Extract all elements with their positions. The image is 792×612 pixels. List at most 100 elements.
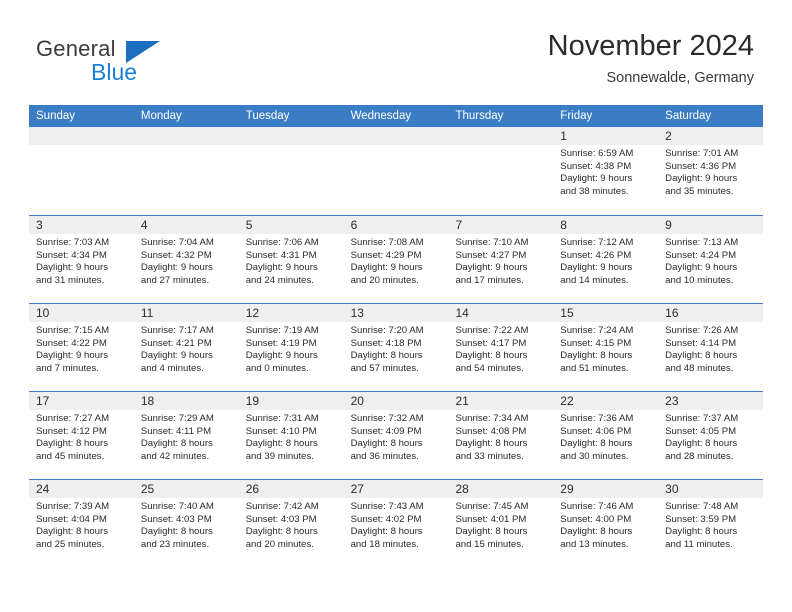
- day-cell-13[interactable]: 13 Sunrise: 7:20 AM Sunset: 4:18 PM Dayligh…: [343, 304, 449, 391]
- day-cell-21[interactable]: 21 Sunrise: 7:34 AM Sunset: 4:08 PM Dayligh…: [448, 392, 554, 479]
- sunset-line: Sunset: 4:09 PM: [350, 425, 422, 437]
- day-cell-empty: [238, 127, 344, 215]
- day-cell-4[interactable]: 4 Sunrise: 7:04 AM Sunset: 4:32 PM Daylight…: [133, 216, 239, 303]
- day-details: Sunrise: 7:24 AM Sunset: 4:15 PM Daylight:…: [553, 322, 658, 375]
- day-cell-28[interactable]: 28 Sunrise: 7:45 AM Sunset: 4:01 PM Dayligh…: [448, 480, 554, 567]
- day-number: 24: [36, 482, 50, 496]
- day-cell-19[interactable]: 19 Sunrise: 7:31 AM Sunset: 4:10 PM Dayligh…: [238, 392, 344, 479]
- day-cell-2[interactable]: 2 Sunrise: 7:01 AM Sunset: 4:36 PM Daylight…: [658, 127, 764, 215]
- day-number: 12: [245, 306, 260, 320]
- day-number-band: 22: [553, 392, 659, 410]
- day-details: Sunrise: 7:43 AM Sunset: 4:02 PM Daylight:…: [344, 498, 449, 551]
- daylight-line-2: and 25 minutes.: [36, 538, 105, 550]
- day-cell-6[interactable]: 6 Sunrise: 7:08 AM Sunset: 4:29 PM Daylight…: [343, 216, 449, 303]
- day-number: 3: [36, 218, 43, 232]
- day-details: Sunrise: 7:01 AM Sunset: 4:36 PM Daylight:…: [658, 145, 763, 198]
- sunset-line: Sunset: 4:29 PM: [350, 249, 422, 261]
- day-cell-24[interactable]: 24 Sunrise: 7:39 AM Sunset: 4:04 PM Dayligh…: [29, 480, 134, 567]
- daylight-line-2: and 0 minutes.: [245, 362, 309, 374]
- day-cell-14[interactable]: 14 Sunrise: 7:22 AM Sunset: 4:17 PM Dayligh…: [448, 304, 554, 391]
- day-details: Sunrise: 7:34 AM Sunset: 4:08 PM Daylight:…: [448, 410, 553, 463]
- daylight-line-2: and 11 minutes.: [665, 538, 733, 550]
- day-number: 22: [560, 394, 574, 408]
- day-cell-empty: [29, 127, 134, 215]
- day-cell-empty: [343, 127, 449, 215]
- daylight-line-2: and 20 minutes.: [350, 274, 419, 286]
- sunrise-line: Sunrise: 7:39 AM: [36, 501, 110, 512]
- day-cell-26[interactable]: 26 Sunrise: 7:42 AM Sunset: 4:03 PM Dayligh…: [238, 480, 344, 567]
- day-details: Sunrise: 7:08 AM Sunset: 4:29 PM Daylight:…: [344, 234, 449, 287]
- sunrise-line: Sunrise: 7:27 AM: [36, 413, 110, 424]
- day-cell-5[interactable]: 5 Sunrise: 7:06 AM Sunset: 4:31 PM Daylight…: [238, 216, 344, 303]
- day-cell-11[interactable]: 11 Sunrise: 7:17 AM Sunset: 4:21 PM Dayligh…: [133, 304, 239, 391]
- day-number: 7: [455, 218, 463, 232]
- day-cell-29[interactable]: 29 Sunrise: 7:46 AM Sunset: 4:00 PM Dayligh…: [553, 480, 659, 567]
- daylight-line-2: and 20 minutes.: [245, 538, 314, 550]
- daylight-line-1: Daylight: 8 hours: [455, 526, 528, 538]
- day-number-band: 27: [343, 480, 449, 498]
- day-details: [448, 145, 553, 148]
- day-cell-8[interactable]: 8 Sunrise: 7:12 AM Sunset: 4:26 PM Daylight…: [553, 216, 659, 303]
- sunrise-line: Sunrise: 7:19 AM: [245, 325, 319, 336]
- day-number: 21: [455, 394, 469, 408]
- day-details: Sunrise: 7:06 AM Sunset: 4:31 PM Daylight:…: [239, 234, 344, 287]
- day-details: Sunrise: 7:10 AM Sunset: 4:27 PM Daylight:…: [448, 234, 553, 287]
- sunrise-line: Sunrise: 7:45 AM: [455, 501, 529, 512]
- general-blue-logo[interactable]: General Blue: [36, 36, 236, 90]
- day-cell-18[interactable]: 18 Sunrise: 7:29 AM Sunset: 4:11 PM Dayligh…: [133, 392, 239, 479]
- day-cell-25[interactable]: 25 Sunrise: 7:40 AM Sunset: 4:03 PM Dayligh…: [133, 480, 239, 567]
- daylight-line-1: Daylight: 8 hours: [560, 438, 633, 450]
- day-cell-27[interactable]: 27 Sunrise: 7:43 AM Sunset: 4:02 PM Dayligh…: [343, 480, 449, 567]
- day-cell-16[interactable]: 16 Sunrise: 7:26 AM Sunset: 4:14 PM Dayligh…: [658, 304, 764, 391]
- day-details: Sunrise: 7:42 AM Sunset: 4:03 PM Daylight:…: [239, 498, 344, 551]
- daylight-line-1: Daylight: 8 hours: [665, 526, 738, 538]
- sunrise-line: Sunrise: 7:46 AM: [560, 501, 634, 512]
- daylight-line-1: Daylight: 8 hours: [455, 438, 528, 450]
- day-cell-7[interactable]: 7 Sunrise: 7:10 AM Sunset: 4:27 PM Daylight…: [448, 216, 554, 303]
- day-number: 20: [350, 394, 364, 408]
- daylight-line-2: and 17 minutes.: [455, 274, 524, 286]
- day-cell-9[interactable]: 9 Sunrise: 7:13 AM Sunset: 4:24 PM Daylight…: [658, 216, 764, 303]
- sunset-line: Sunset: 4:36 PM: [665, 160, 737, 172]
- day-details: Sunrise: 7:04 AM Sunset: 4:32 PM Daylight:…: [134, 234, 239, 287]
- sunrise-line: Sunrise: 7:37 AM: [665, 413, 739, 424]
- daylight-line-1: Daylight: 8 hours: [140, 526, 213, 538]
- sunset-line: Sunset: 4:12 PM: [36, 425, 107, 437]
- sunset-line: Sunset: 4:05 PM: [665, 425, 737, 437]
- day-cell-22[interactable]: 22 Sunrise: 7:36 AM Sunset: 4:06 PM Dayligh…: [553, 392, 659, 479]
- calendar-weeks: 1 Sunrise: 6:59 AM Sunset: 4:38 PM Daylight…: [29, 127, 764, 567]
- calendar-week-row: 3 Sunrise: 7:03 AM Sunset: 4:34 PM Daylight…: [29, 215, 764, 303]
- day-cell-20[interactable]: 20 Sunrise: 7:32 AM Sunset: 4:09 PM Dayligh…: [343, 392, 449, 479]
- day-number-band: 3: [29, 216, 134, 234]
- sunrise-line: Sunrise: 7:43 AM: [350, 501, 424, 512]
- day-details: Sunrise: 7:48 AM Sunset: 3:59 PM Daylight:…: [658, 498, 763, 551]
- day-number: 6: [350, 218, 358, 232]
- day-cell-10[interactable]: 10 Sunrise: 7:15 AM Sunset: 4:22 PM Dayligh…: [29, 304, 134, 391]
- day-number: 5: [245, 218, 253, 232]
- sunset-line: Sunset: 4:14 PM: [665, 337, 737, 349]
- day-number-band: 11: [133, 304, 239, 322]
- day-number-band: 29: [553, 480, 659, 498]
- day-details: Sunrise: 7:13 AM Sunset: 4:24 PM Daylight:…: [658, 234, 763, 287]
- day-cell-15[interactable]: 15 Sunrise: 7:24 AM Sunset: 4:15 PM Dayligh…: [553, 304, 659, 391]
- day-details: Sunrise: 7:29 AM Sunset: 4:11 PM Daylight:…: [134, 410, 239, 463]
- day-cell-17[interactable]: 17 Sunrise: 7:27 AM Sunset: 4:12 PM Dayligh…: [29, 392, 134, 479]
- daylight-line-2: and 7 minutes.: [36, 362, 99, 374]
- day-details: Sunrise: 7:20 AM Sunset: 4:18 PM Daylight:…: [344, 322, 449, 375]
- daylight-line-1: Daylight: 8 hours: [560, 526, 633, 538]
- day-details: [29, 145, 134, 148]
- day-number: 14: [455, 306, 469, 320]
- day-cell-1[interactable]: 1 Sunrise: 6:59 AM Sunset: 4:38 PM Daylight…: [553, 127, 659, 215]
- day-number: 18: [140, 394, 155, 408]
- day-cell-23[interactable]: 23 Sunrise: 7:37 AM Sunset: 4:05 PM Dayligh…: [658, 392, 764, 479]
- daylight-line-1: Daylight: 9 hours: [36, 350, 108, 362]
- day-number-band: 24: [29, 480, 134, 498]
- sunset-line: Sunset: 3:59 PM: [665, 513, 737, 525]
- day-details: Sunrise: 7:39 AM Sunset: 4:04 PM Daylight:…: [29, 498, 134, 551]
- day-cell-3[interactable]: 3 Sunrise: 7:03 AM Sunset: 4:34 PM Daylight…: [29, 216, 134, 303]
- sunrise-line: Sunrise: 7:31 AM: [245, 413, 319, 424]
- day-cell-12[interactable]: 12 Sunrise: 7:19 AM Sunset: 4:19 PM Dayligh…: [238, 304, 344, 391]
- day-cell-30[interactable]: 30 Sunrise: 7:48 AM Sunset: 3:59 PM Dayligh…: [658, 480, 764, 567]
- day-number-band: 7: [448, 216, 554, 234]
- day-number: 17: [36, 394, 50, 408]
